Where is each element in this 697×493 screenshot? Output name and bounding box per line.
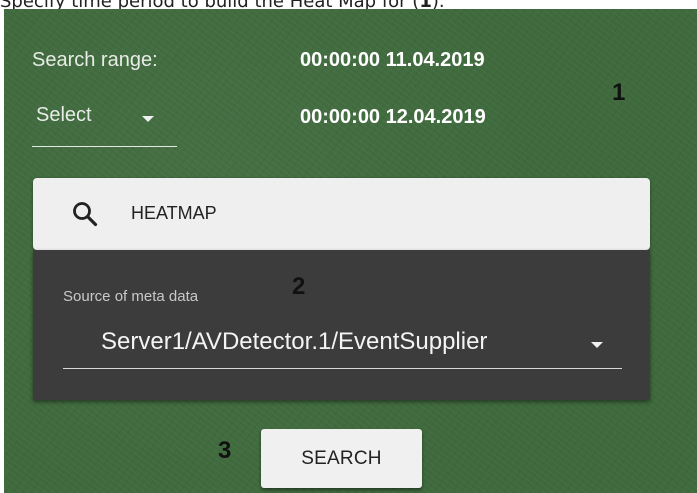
screenshot-root: Specify time period to build the Heat Ma… bbox=[0, 0, 697, 493]
callout-number-3: 3 bbox=[218, 437, 232, 464]
callout-number-1: 1 bbox=[612, 79, 626, 106]
search-range-label: Search range: bbox=[32, 49, 158, 71]
metadata-source-value: Server1/AVDetector.1/EventSupplier bbox=[101, 328, 488, 355]
search-button-label: SEARCH bbox=[301, 448, 382, 469]
search-icon bbox=[73, 202, 98, 227]
search-mode-text: HEATMAP bbox=[131, 203, 217, 223]
metadata-source-panel: Source of meta data Server1/AVDetector.1… bbox=[33, 250, 650, 400]
search-button[interactable]: SEARCH bbox=[261, 429, 422, 488]
callout-number-2: 2 bbox=[292, 273, 306, 300]
chevron-down-icon bbox=[142, 116, 154, 122]
chevron-down-icon bbox=[591, 342, 603, 348]
period-select-label: Select bbox=[36, 104, 92, 126]
range-end-datetime[interactable]: 00:00:00 12.04.2019 bbox=[300, 106, 486, 129]
metadata-source-label: Source of meta data bbox=[63, 288, 199, 305]
heatmap-search-panel: Search range: 00:00:00 11.04.2019 Select… bbox=[4, 9, 697, 493]
range-start-datetime[interactable]: 00:00:00 11.04.2019 bbox=[300, 49, 485, 72]
metadata-source-select[interactable]: Server1/AVDetector.1/EventSupplier bbox=[63, 316, 622, 369]
period-select-dropdown[interactable]: Select bbox=[32, 102, 177, 147]
search-mode-bar[interactable]: HEATMAP bbox=[33, 178, 650, 250]
